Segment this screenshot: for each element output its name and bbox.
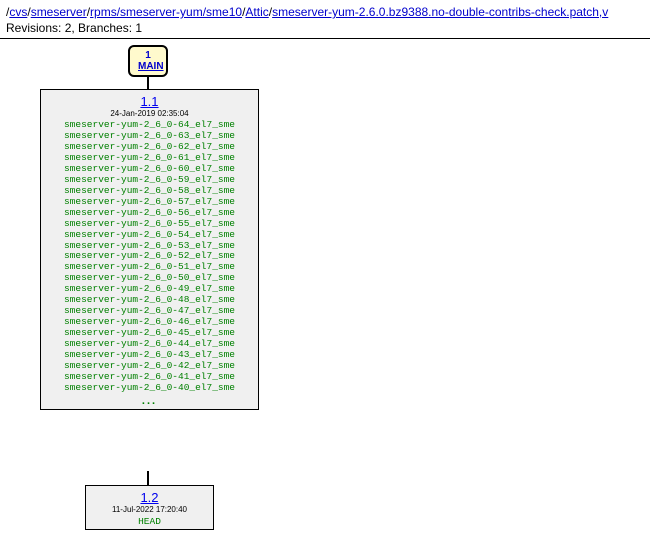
breadcrumb-link-cvs[interactable]: cvs bbox=[9, 5, 27, 19]
breadcrumb-link-attic[interactable]: Attic bbox=[245, 5, 268, 19]
revision-number-link[interactable]: 1.2 bbox=[140, 490, 158, 505]
revision-box-1-2[interactable]: 1.2 11-Jul-2022 17:20:40 HEAD bbox=[85, 485, 214, 530]
revision-tags-list: smeserver-yum-2_6_0-64_el7_smesmeserver-… bbox=[47, 120, 252, 393]
revision-tag: smeserver-yum-2_6_0-40_el7_sme bbox=[47, 383, 252, 394]
breadcrumb-link-file[interactable]: smeserver-yum-2.6.0.bz9388.no-double-con… bbox=[272, 5, 608, 19]
revision-tag: smeserver-yum-2_6_0-55_el7_sme bbox=[47, 219, 252, 230]
revision-box-1-1[interactable]: 1.1 24-Jan-2019 02:35:04 smeserver-yum-2… bbox=[40, 89, 259, 410]
branch-box-main[interactable]: 1 MAIN bbox=[128, 45, 168, 77]
connector-line bbox=[147, 471, 149, 485]
revision-number-link[interactable]: 1.1 bbox=[140, 94, 158, 109]
revision-tag: smeserver-yum-2_6_0-41_el7_sme bbox=[47, 372, 252, 383]
connector-line bbox=[147, 77, 149, 89]
branch-number: 1 bbox=[145, 50, 151, 61]
revision-tag: smeserver-yum-2_6_0-42_el7_sme bbox=[47, 361, 252, 372]
revision-date: 24-Jan-2019 02:35:04 bbox=[47, 109, 252, 118]
revision-tag: smeserver-yum-2_6_0-54_el7_sme bbox=[47, 230, 252, 241]
graph-canvas: 1 MAIN 1.1 24-Jan-2019 02:35:04 smeserve… bbox=[0, 38, 650, 544]
breadcrumb-link-smeserver[interactable]: smeserver bbox=[31, 5, 87, 19]
tags-ellipsis: ... bbox=[47, 395, 252, 407]
breadcrumb-link-path[interactable]: rpms/smeserver-yum/sme10 bbox=[90, 5, 242, 19]
revision-date: 11-Jul-2022 17:20:40 bbox=[92, 505, 207, 514]
breadcrumb-header: /cvs/smeserver/rpms/smeserver-yum/sme10/… bbox=[0, 0, 650, 38]
branch-name-link[interactable]: MAIN bbox=[138, 61, 164, 72]
head-label: HEAD bbox=[92, 516, 207, 527]
revisions-summary: Revisions: 2, Branches: 1 bbox=[6, 21, 142, 35]
